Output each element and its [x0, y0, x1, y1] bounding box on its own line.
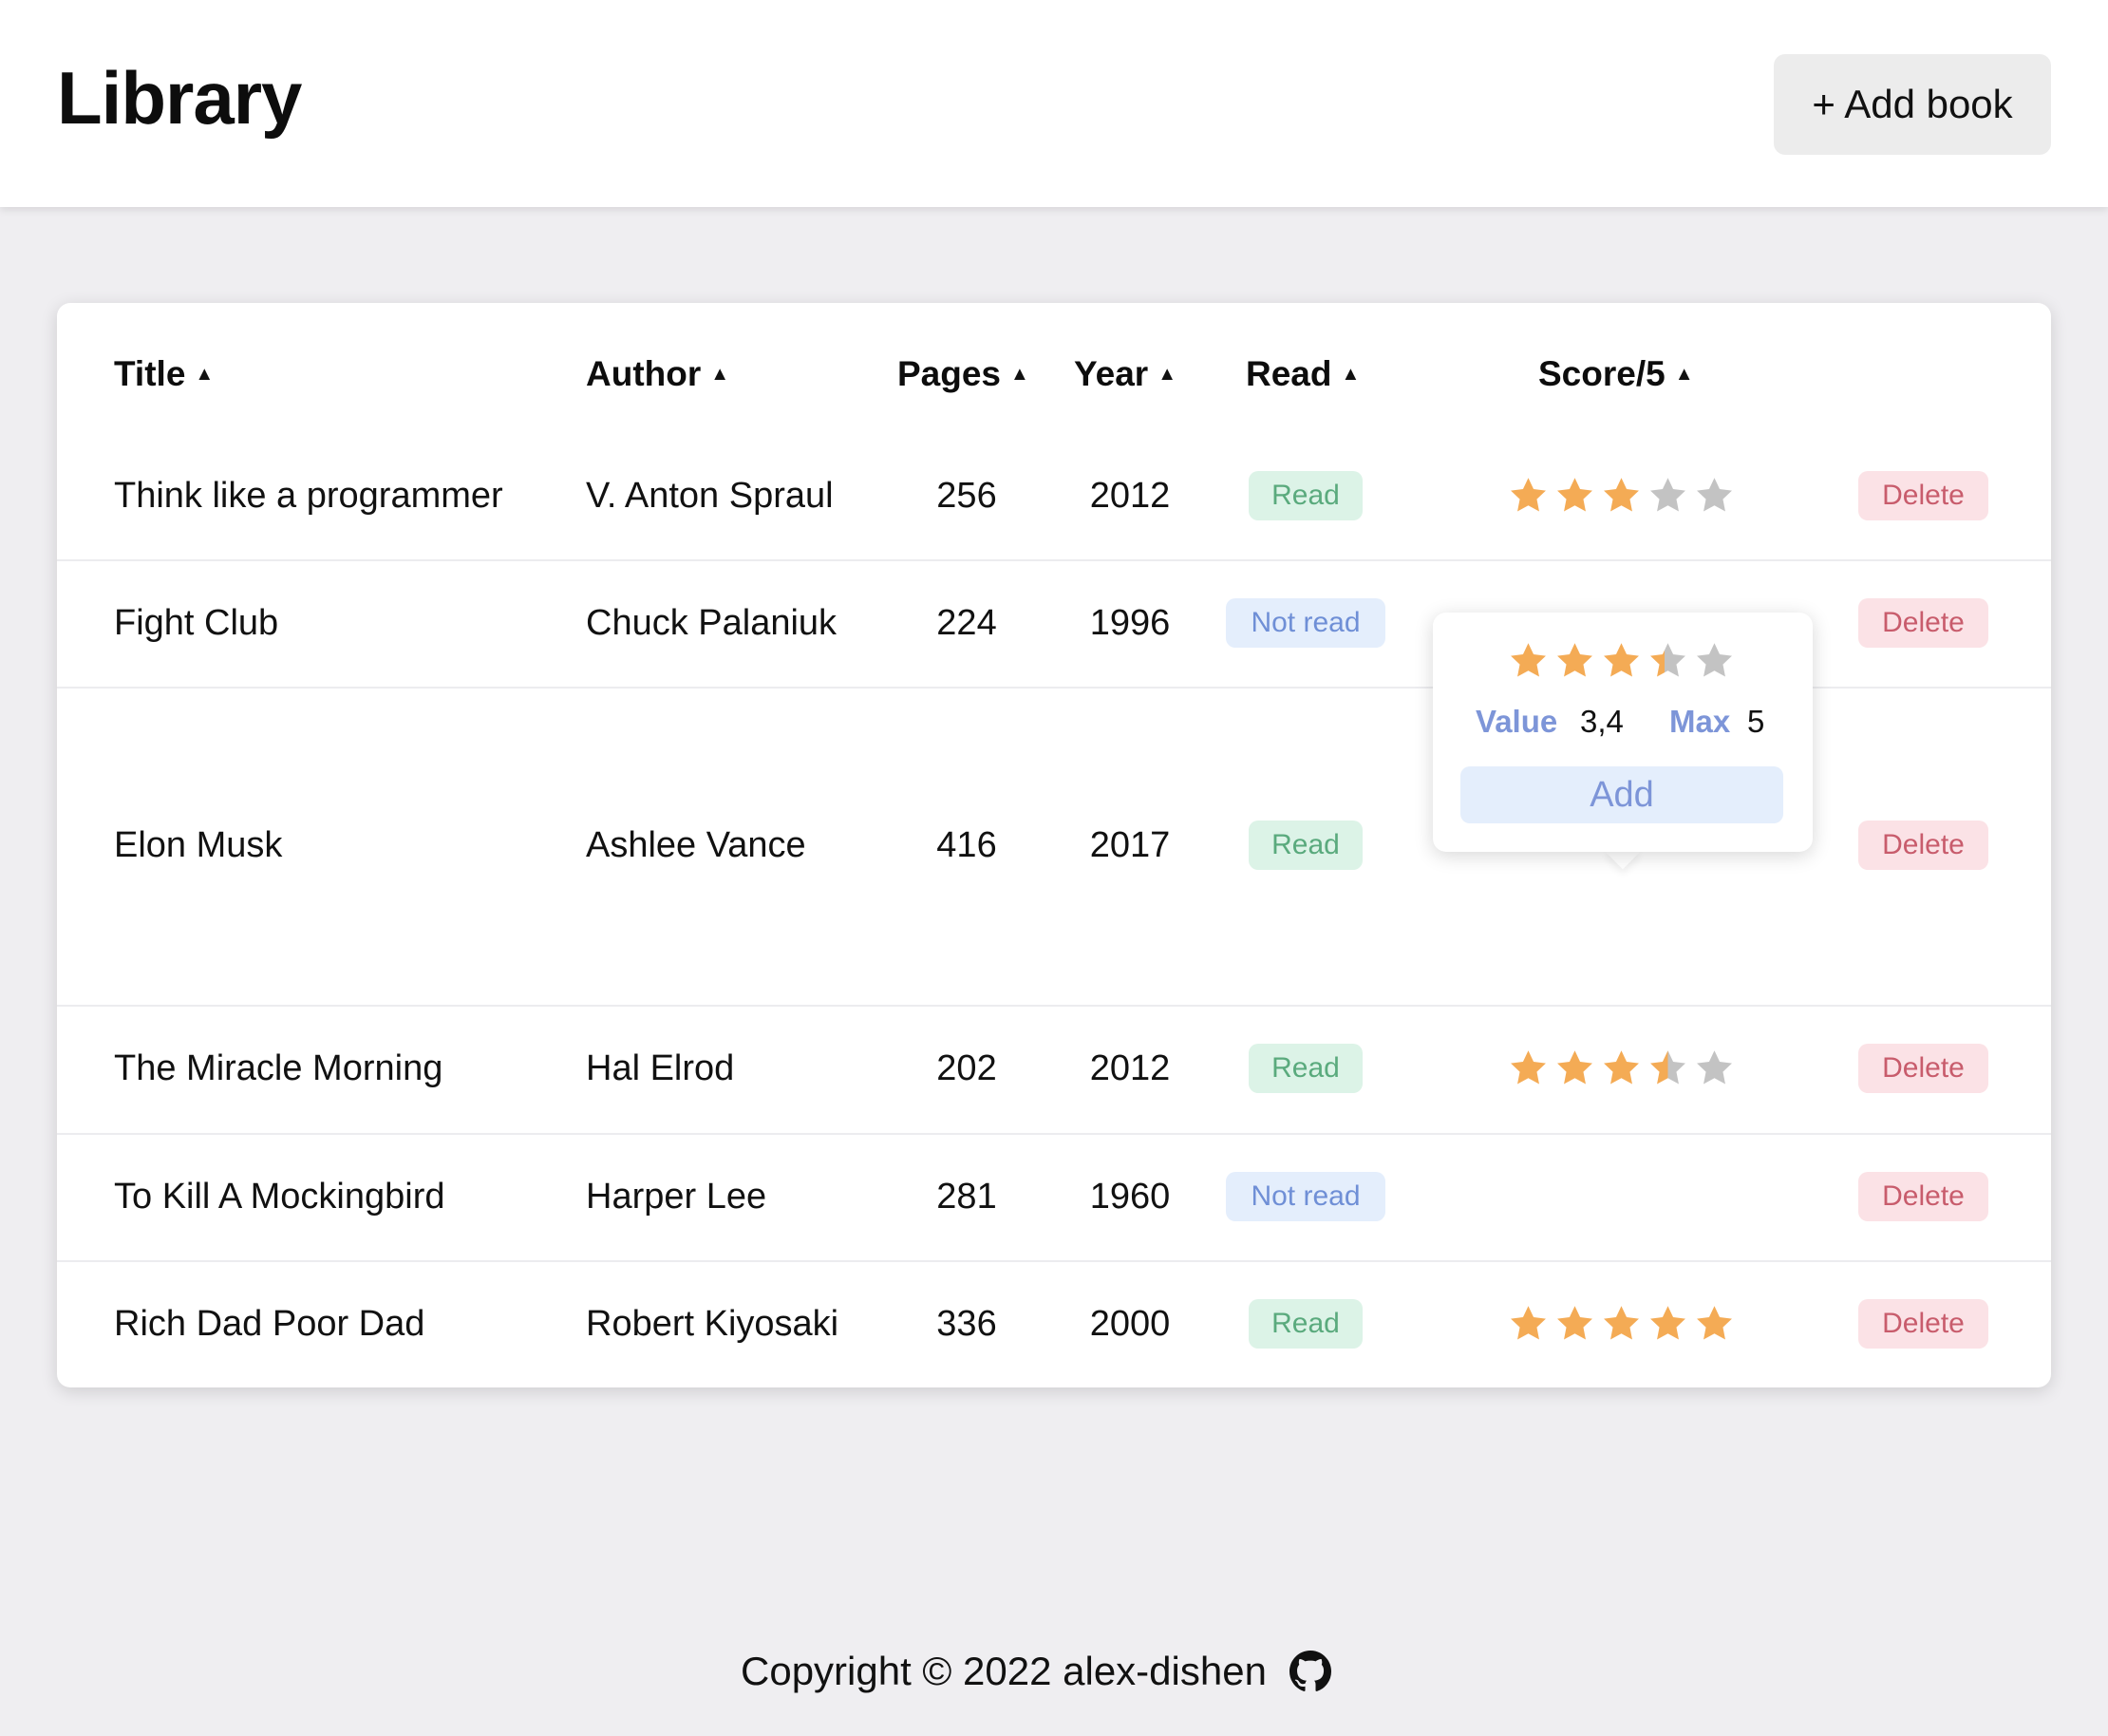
- star-icon[interactable]: [1694, 1303, 1735, 1344]
- column-header-author[interactable]: Author ▲: [586, 353, 729, 395]
- star-icon[interactable]: [1694, 475, 1735, 516]
- delete-button[interactable]: Delete: [1858, 1172, 1988, 1221]
- star-icon[interactable]: [1647, 475, 1688, 516]
- column-header-year[interactable]: Year ▲: [1074, 353, 1176, 395]
- column-header-score[interactable]: Score/5 ▲: [1538, 353, 1694, 395]
- delete-button[interactable]: Delete: [1858, 471, 1988, 520]
- star-icon[interactable]: [1554, 1303, 1595, 1344]
- star-icon[interactable]: [1554, 475, 1595, 516]
- column-header-label: Year: [1074, 354, 1149, 393]
- star-icon[interactable]: [1601, 1303, 1642, 1344]
- cell-pages: 256: [936, 475, 997, 516]
- github-icon[interactable]: [1289, 1651, 1331, 1692]
- sort-up-icon: ▲: [1158, 363, 1176, 385]
- star-icon[interactable]: [1694, 640, 1735, 681]
- cell-title: To Kill A Mockingbird: [114, 1176, 445, 1217]
- star-icon[interactable]: [1554, 640, 1595, 681]
- column-header-label: Author: [586, 354, 702, 393]
- star-icon[interactable]: [1647, 1303, 1688, 1344]
- delete-button[interactable]: Delete: [1858, 821, 1988, 870]
- cell-title: Elon Musk: [114, 824, 283, 865]
- column-header-title[interactable]: Title ▲: [114, 353, 214, 395]
- star-icon[interactable]: [1601, 1047, 1642, 1088]
- delete-button[interactable]: Delete: [1858, 598, 1988, 648]
- delete-button[interactable]: Delete: [1858, 1044, 1988, 1093]
- row-divider: [57, 1005, 2051, 1007]
- row-divider: [57, 1133, 2051, 1135]
- cell-author: Hal Elrod: [586, 1047, 735, 1088]
- cell-title: The Miracle Morning: [114, 1047, 443, 1088]
- cell-pages: 336: [936, 1303, 997, 1344]
- star-icon[interactable]: [1601, 475, 1642, 516]
- cell-author: V. Anton Spraul: [586, 475, 834, 516]
- column-header-label: Score/5: [1538, 354, 1666, 393]
- sort-up-icon: ▲: [195, 363, 215, 385]
- cell-title: Think like a programmer: [114, 475, 503, 516]
- read-status-badge[interactable]: Read: [1249, 1044, 1363, 1093]
- page-title: Library: [57, 56, 302, 140]
- add-book-button[interactable]: + Add book: [1774, 54, 2051, 155]
- sort-up-icon: ▲: [1010, 363, 1029, 385]
- sort-up-icon: ▲: [1674, 363, 1694, 385]
- popover-star-rating[interactable]: [1508, 640, 1735, 681]
- row-divider: [57, 559, 2051, 561]
- cell-year: 1960: [1089, 1176, 1171, 1217]
- cell-year: 1996: [1089, 602, 1171, 643]
- value-label: Value: [1476, 704, 1558, 739]
- value-readout: 3,4: [1580, 704, 1624, 739]
- cell-title: Fight Club: [114, 602, 279, 643]
- star-rating[interactable]: [1508, 475, 1735, 516]
- read-status-badge[interactable]: Read: [1249, 471, 1363, 520]
- star-rating[interactable]: [1508, 1047, 1735, 1088]
- star-icon[interactable]: [1508, 640, 1549, 681]
- column-header-pages[interactable]: Pages ▲: [897, 353, 1029, 395]
- cell-author: Ashlee Vance: [586, 824, 806, 865]
- sort-up-icon: ▲: [1341, 363, 1361, 385]
- max-readout: 5: [1747, 704, 1765, 739]
- column-header-label: Pages: [897, 354, 1002, 393]
- star-icon[interactable]: [1508, 475, 1549, 516]
- max-label: Max: [1669, 704, 1731, 739]
- cell-author: Harper Lee: [586, 1176, 767, 1217]
- star-icon[interactable]: [1508, 1303, 1549, 1344]
- column-header-read[interactable]: Read ▲: [1246, 353, 1360, 395]
- cell-author: Robert Kiyosaki: [586, 1303, 839, 1344]
- star-icon[interactable]: [1508, 1047, 1549, 1088]
- cell-year: 2000: [1089, 1303, 1171, 1344]
- app-header: Library + Add book: [0, 0, 2108, 207]
- column-header-label: Title: [114, 354, 186, 393]
- cell-year: 2012: [1089, 475, 1171, 516]
- row-divider: [57, 1260, 2051, 1262]
- star-icon[interactable]: [1647, 640, 1688, 681]
- read-status-badge[interactable]: Read: [1249, 1299, 1363, 1349]
- add-rating-button[interactable]: Add: [1460, 766, 1783, 823]
- column-header-label: Read: [1246, 354, 1332, 393]
- read-status-badge[interactable]: Not read: [1226, 1172, 1385, 1221]
- star-icon[interactable]: [1601, 640, 1642, 681]
- cell-title: Rich Dad Poor Dad: [114, 1303, 425, 1344]
- cell-pages: 224: [936, 602, 997, 643]
- cell-author: Chuck Palaniuk: [586, 602, 838, 643]
- read-status-badge[interactable]: Read: [1249, 821, 1363, 870]
- star-rating[interactable]: [1508, 1303, 1735, 1344]
- star-icon[interactable]: [1694, 1047, 1735, 1088]
- star-icon[interactable]: [1554, 1047, 1595, 1088]
- cell-pages: 416: [936, 824, 997, 865]
- sort-up-icon: ▲: [710, 363, 730, 385]
- read-status-badge[interactable]: Not read: [1226, 598, 1385, 648]
- cell-year: 2017: [1089, 824, 1171, 865]
- cell-pages: 281: [936, 1176, 997, 1217]
- footer: Copyright © 2022 alex-dishen: [741, 1643, 1331, 1700]
- cell-pages: 202: [936, 1047, 997, 1088]
- cell-year: 2012: [1089, 1047, 1171, 1088]
- copyright-text: Copyright © 2022 alex-dishen: [741, 1649, 1267, 1693]
- delete-button[interactable]: Delete: [1858, 1299, 1988, 1349]
- star-icon[interactable]: [1647, 1047, 1688, 1088]
